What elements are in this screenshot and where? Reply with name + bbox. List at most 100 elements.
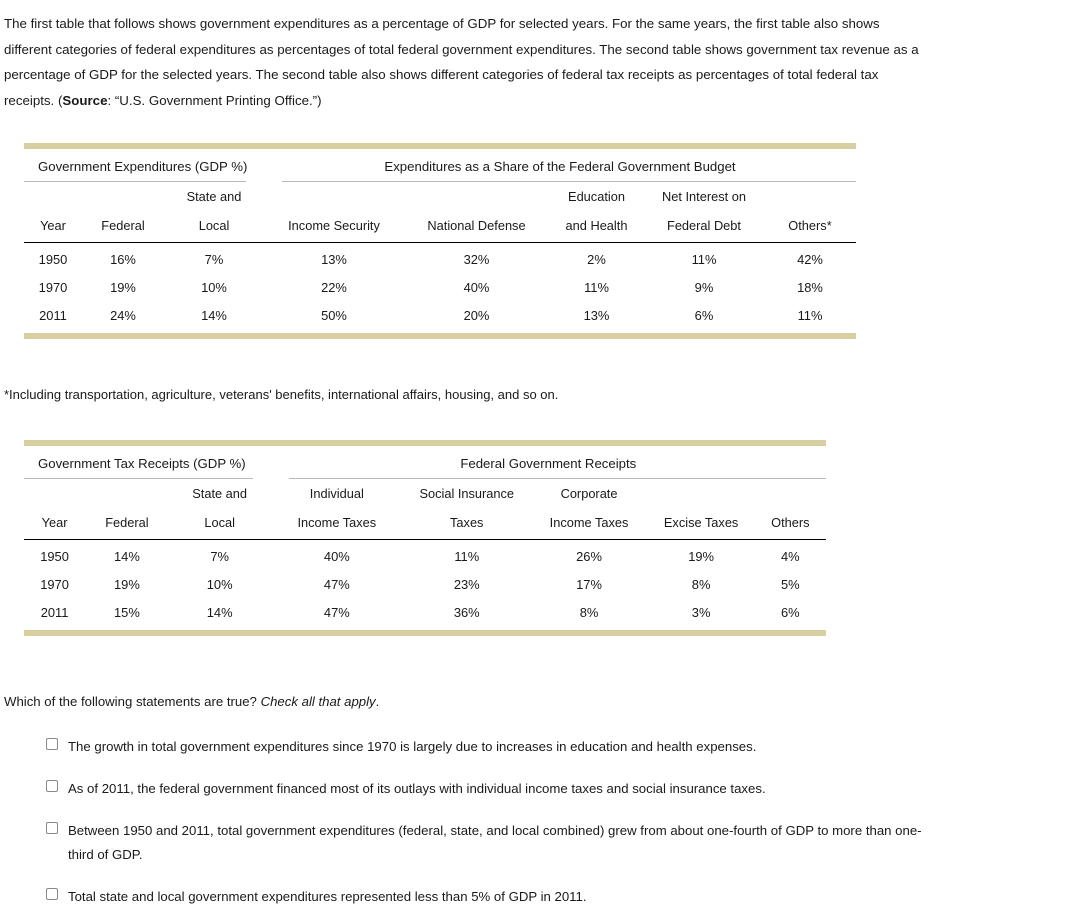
table1-cell-2011-state-local: 14%	[201, 308, 227, 323]
table2-cell-1950-year: 1950	[40, 549, 69, 564]
table1-cell-2011-year: 2011	[39, 308, 67, 323]
table2-hdr-top-1	[85, 479, 169, 508]
table2-cell-1950-federal: 14%	[114, 549, 140, 564]
checkbox-icon-option-2[interactable]	[46, 780, 58, 792]
table2-row-1970: 1970 19% 10% 47% 23% 17% 8% 5%	[24, 570, 826, 598]
question-instruction: Check all that apply	[260, 694, 376, 709]
table2-cell-1950-social-insurance-taxes: 11%	[454, 549, 480, 564]
table1-cell-1950-net-interest: 11%	[691, 252, 717, 267]
table1-cell-2011-national-defense: 20%	[463, 308, 490, 323]
table2-cell-1970-others: 5%	[780, 577, 800, 592]
table2-cell-1970-social-insurance-taxes: 23%	[453, 577, 480, 592]
table2-hdr-top-6	[648, 479, 755, 508]
table1-group-title-row: Government Expenditures (GDP %) Expendit…	[24, 149, 856, 181]
table1-hdr-others: Others*	[764, 211, 856, 243]
table2-header-top-row: State and Individual Social Insurance Co…	[24, 479, 826, 508]
table2-cell-1970-excise-taxes: 8%	[691, 577, 711, 592]
table1-hdr-top-3	[264, 182, 404, 211]
table1-row-2011: 2011 24% 14% 50% 20% 13% 6% 11%	[24, 301, 856, 333]
table1-cell-1970-federal: 19%	[110, 280, 136, 295]
table2-cell-2011-others: 6%	[780, 605, 800, 620]
answer-option-2[interactable]: As of 2011, the federal government finan…	[46, 777, 1092, 801]
answer-option-1-label: The growth in total government expenditu…	[68, 739, 757, 754]
table1-cell-1970-state-local: 10%	[201, 280, 227, 295]
table2-header-bottom-row: Year Federal Local Income Taxes Taxes In…	[24, 508, 826, 540]
table2-hdr-federal: Federal	[85, 508, 169, 540]
table1-cell-2011-federal: 24%	[110, 308, 136, 323]
table1-cell-1950-federal: 16%	[110, 252, 136, 267]
table2-hdr-top-0	[24, 479, 85, 508]
table1-cell-1970-others: 18%	[797, 280, 823, 295]
checkbox-icon-option-1[interactable]	[46, 738, 58, 750]
table1-hdr-national-defense: National Defense	[404, 211, 549, 243]
table2-cell-1950-excise-taxes: 19%	[688, 549, 715, 564]
answer-option-3[interactable]: Between 1950 and 2011, total government …	[46, 819, 1092, 867]
answer-options-list: The growth in total government expenditu…	[46, 735, 1092, 909]
answer-option-3-label: Between 1950 and 2011, total government …	[68, 823, 922, 862]
table1-hdr-top-4	[404, 182, 549, 211]
checkbox-icon-option-4[interactable]	[46, 888, 58, 900]
table2-cell-1950-state-local: 7%	[210, 549, 229, 564]
table1-hdr-state-local: Local	[164, 211, 264, 243]
intro-text-part2: : “U.S. Government Printing Office.”)	[107, 92, 322, 108]
table1-group-left-title: Government Expenditures (GDP %)	[38, 159, 248, 174]
table2-hdr-year: Year	[24, 508, 86, 540]
table2-cell-1970-corporate-income-taxes: 17%	[576, 577, 602, 592]
answer-option-4-label: Total state and local government expendi…	[68, 889, 587, 904]
table1-hdr-top-7	[764, 182, 856, 211]
table1-cell-1970-year: 1970	[38, 280, 68, 295]
table2-cell-1970-individual-income-taxes: 47%	[323, 577, 350, 592]
table1-hdr-top-5: Education	[568, 189, 625, 204]
answer-option-4[interactable]: Total state and local government expendi…	[46, 885, 1092, 909]
intro-source-label: Source	[62, 92, 108, 108]
table1-header-bottom-row: Year Federal Local Income Security Natio…	[24, 211, 856, 243]
table2-cell-2011-corporate-income-taxes: 8%	[579, 605, 599, 620]
table2-hdr-corporate-income-taxes: Income Taxes	[530, 508, 648, 540]
question-prompt-period: .	[375, 694, 380, 709]
table1-row-1950: 1950 16% 7% 13% 32% 2% 11% 42%	[24, 243, 856, 274]
table2-cell-2011-social-insurance-taxes: 36%	[453, 605, 480, 620]
checkbox-icon-option-3[interactable]	[46, 822, 58, 834]
table2-cell-2011-year: 2011	[40, 605, 69, 620]
table2-group-title-row: Government Tax Receipts (GDP %) Federal …	[24, 446, 826, 478]
table1-cell-2011-education-health: 13%	[583, 308, 610, 323]
answer-option-1[interactable]: The growth in total government expenditu…	[46, 735, 1092, 759]
table2-group-right-title: Federal Government Receipts	[460, 456, 637, 471]
table2-cell-1950-others: 4%	[780, 549, 800, 564]
table2-cell-2011-individual-income-taxes: 47%	[323, 605, 350, 620]
table1-cell-1950-state-local: 7%	[204, 252, 224, 267]
table2-hdr-social-insurance-taxes: Taxes	[403, 508, 531, 540]
question-prompt: Which of the following statements are tr…	[0, 694, 1092, 709]
table2-cell-1950-corporate-income-taxes: 26%	[576, 549, 602, 564]
table2-hdr-individual-income-taxes: Income Taxes	[270, 508, 404, 540]
table2-cell-2011-state-local: 14%	[206, 605, 233, 620]
table2-cell-2011-federal: 15%	[114, 605, 140, 620]
table2-row-2011: 2011 15% 14% 47% 36% 8% 3% 6%	[24, 598, 826, 630]
intro-paragraph: The first table that follows shows gover…	[0, 0, 924, 113]
expenditures-table-wrapper: Government Expenditures (GDP %) Expendit…	[24, 143, 856, 339]
table1-hdr-year: Year	[24, 211, 82, 243]
table2-hdr-state-local: Local	[168, 508, 271, 540]
table1-cell-1970-education-health: 11%	[584, 280, 609, 295]
table1-row-1970: 1970 19% 10% 22% 40% 11% 9% 18%	[24, 273, 856, 301]
table2-hdr-top-7	[755, 479, 826, 508]
table1-hdr-top-1	[82, 182, 164, 211]
table2-cell-2011-excise-taxes: 3%	[691, 605, 711, 620]
table1-footnote: *Including transportation, agriculture, …	[4, 387, 559, 402]
table2-hdr-top-5: Corporate	[560, 486, 618, 501]
table1-hdr-top-2: State and	[186, 189, 242, 204]
table2-row-1950: 1950 14% 7% 40% 11% 26% 19% 4%	[24, 540, 826, 571]
table1-cell-1950-education-health: 2%	[587, 252, 606, 267]
table1-hdr-education-health: and Health	[549, 211, 644, 243]
table1-cell-2011-others: 11%	[797, 308, 823, 323]
table1-cell-2011-net-interest: 6%	[694, 308, 714, 323]
table1-hdr-net-interest: Federal Debt	[644, 211, 764, 243]
table1-bottom-rule	[24, 333, 856, 339]
table1-cell-1970-net-interest: 9%	[694, 280, 714, 295]
table1-hdr-income-security: Income Security	[264, 211, 404, 243]
answer-option-2-label: As of 2011, the federal government finan…	[68, 781, 766, 796]
table1-hdr-top-0	[24, 182, 82, 211]
table1-cell-1970-national-defense: 40%	[463, 280, 490, 295]
question-prompt-text: Which of the following statements are tr…	[4, 694, 261, 709]
tax-receipts-table: Government Tax Receipts (GDP %) Federal …	[24, 446, 826, 630]
